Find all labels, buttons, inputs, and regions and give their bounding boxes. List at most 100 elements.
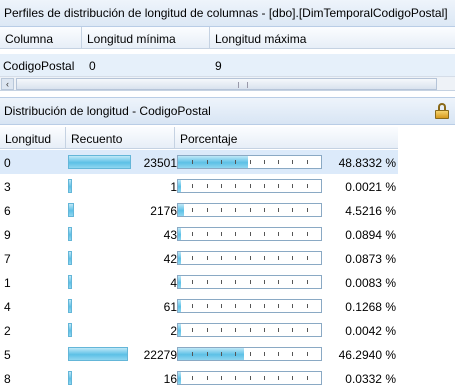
scale-tick <box>221 376 222 380</box>
scale-tick <box>307 376 308 380</box>
distribution-row[interactable]: 3 1 0.0021 % <box>0 174 398 198</box>
scale-tick <box>292 352 293 356</box>
cell-longitud: 5 <box>4 348 11 362</box>
distribution-row[interactable]: 9 43 0.0894 % <box>0 222 398 246</box>
scale-tick <box>264 208 265 212</box>
scale-tick <box>250 280 251 284</box>
cell-recuento: 2176 <box>150 204 177 218</box>
cell-recuento: 4 <box>170 276 177 290</box>
scale-tick <box>264 256 265 260</box>
distribution-row[interactable]: 4 61 0.1268 % <box>0 294 398 318</box>
distribution-row[interactable]: 5 22279 46.2940 % <box>0 342 398 366</box>
scale-tick <box>292 256 293 260</box>
recuento-bar <box>68 347 128 361</box>
recuento-bar <box>68 251 72 265</box>
header-longitud-maxima[interactable]: Longitud máxima <box>210 27 455 49</box>
scale-tick <box>207 352 208 356</box>
cell-longitud: 9 <box>4 228 11 242</box>
cell-porcentaje: 4.5216 % <box>345 204 396 218</box>
length-distribution-grid: Longitud Recuento Porcentaje 0 23501 48.83… <box>0 127 398 391</box>
scale-tick <box>192 208 193 212</box>
scale-tick <box>278 208 279 212</box>
recuento-bar <box>68 227 72 241</box>
scale-tick <box>278 304 279 308</box>
scale-tick <box>292 376 293 380</box>
scale-tick <box>264 232 265 236</box>
cell-porcentaje: 48.8332 % <box>338 156 396 170</box>
cell-longitud: 8 <box>4 372 11 386</box>
cell-recuento: 2 <box>170 324 177 338</box>
distribution-row[interactable]: 2 2 0.0042 % <box>0 318 398 342</box>
scale-tick <box>235 232 236 236</box>
header-recuento[interactable]: Recuento <box>66 127 175 149</box>
scale-tick <box>192 160 193 164</box>
scale-tick <box>264 280 265 284</box>
column-profile-header: Columna Longitud mínima Longitud máxima <box>0 27 455 49</box>
recuento-bar <box>68 179 72 193</box>
scale-tick <box>235 160 236 164</box>
scale-tick <box>307 352 308 356</box>
scale-tick <box>264 160 265 164</box>
scroll-left-icon[interactable]: ‹ <box>1 78 14 90</box>
recuento-bar <box>68 299 72 313</box>
scale-tick <box>207 232 208 236</box>
scale-tick <box>250 184 251 188</box>
cell-recuento: 16 <box>163 372 177 386</box>
scale-tick <box>235 328 236 332</box>
horizontal-scrollbar[interactable]: ‹ <box>0 76 455 91</box>
cell-porcentaje: 0.0021 % <box>345 180 396 194</box>
header-columna[interactable]: Columna <box>0 27 82 49</box>
cell-porcentaje: 46.2940 % <box>338 348 396 362</box>
distribution-row[interactable]: 1 4 0.0083 % <box>0 270 398 294</box>
scroll-thumb[interactable] <box>16 78 437 90</box>
scale-tick <box>235 256 236 260</box>
header-longitud-minima[interactable]: Longitud mínima <box>82 27 210 49</box>
porcentaje-bar <box>177 203 322 217</box>
scale-tick <box>235 376 236 380</box>
cell-porcentaje: 0.1268 % <box>345 300 396 314</box>
scale-tick <box>278 376 279 380</box>
scale-tick <box>221 328 222 332</box>
recuento-bar <box>68 155 131 169</box>
scale-tick <box>221 352 222 356</box>
scale-tick <box>292 184 293 188</box>
scale-tick <box>292 280 293 284</box>
cell-recuento: 42 <box>163 252 177 266</box>
cell-max: 9 <box>215 59 222 73</box>
cell-longitud: 4 <box>4 300 11 314</box>
cell-porcentaje: 0.0873 % <box>345 252 396 266</box>
porcentaje-bar <box>177 251 322 265</box>
porcentaje-bar <box>177 371 322 385</box>
distribution-row[interactable]: 7 42 0.0873 % <box>0 246 398 270</box>
header-longitud[interactable]: Longitud <box>0 127 66 149</box>
distribution-row[interactable]: 8 16 0.0332 % <box>0 366 398 390</box>
scale-tick <box>307 232 308 236</box>
scale-tick <box>264 376 265 380</box>
header-porcentaje[interactable]: Porcentaje <box>175 127 398 149</box>
scale-tick <box>278 232 279 236</box>
cell-recuento: 22279 <box>143 348 177 362</box>
scale-tick <box>221 304 222 308</box>
scale-tick <box>264 352 265 356</box>
scale-tick <box>235 208 236 212</box>
column-profile-row[interactable]: CodigoPostal 0 9 <box>0 54 455 76</box>
scale-tick <box>250 328 251 332</box>
cell-min: 0 <box>89 59 96 73</box>
grip-icon <box>238 82 248 88</box>
cell-longitud: 0 <box>4 156 11 170</box>
scale-tick <box>278 160 279 164</box>
scale-tick <box>192 352 193 356</box>
distribution-row[interactable]: 6 2176 4.5216 % <box>0 198 398 222</box>
scale-tick <box>307 328 308 332</box>
cell-longitud: 3 <box>4 180 11 194</box>
scale-tick <box>192 232 193 236</box>
scale-tick <box>264 184 265 188</box>
scale-tick <box>235 184 236 188</box>
cell-longitud: 2 <box>4 324 11 338</box>
scale-tick <box>207 184 208 188</box>
distribution-row[interactable]: 0 23501 48.8332 % <box>0 150 398 174</box>
scale-tick <box>235 304 236 308</box>
length-distribution-header: Longitud Recuento Porcentaje <box>0 127 398 149</box>
recuento-bar <box>68 323 72 337</box>
lock-icon[interactable] <box>435 103 449 119</box>
